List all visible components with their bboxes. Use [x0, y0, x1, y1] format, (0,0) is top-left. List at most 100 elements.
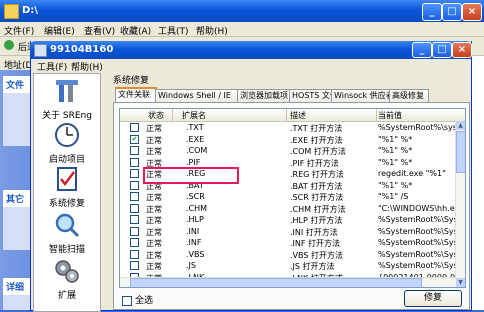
vertical-scroll-thumb[interactable] [456, 131, 465, 173]
horizontal-scroll-thumb[interactable] [130, 278, 422, 287]
row-description: .COM 打开方法 [290, 147, 346, 156]
row-checkbox[interactable] [130, 238, 139, 247]
row-extension: .PIF [186, 157, 201, 167]
row-description: .HLP 打开方法 [290, 216, 343, 225]
sidebar-item-extend[interactable]: 扩展 [34, 258, 100, 301]
explorer-menubar: 文件(F) 编辑(E) 查看(V) 收藏(A) 工具(T) 帮助(H) [0, 22, 484, 37]
explorer-title: D:\ [22, 5, 38, 16]
menu-tools[interactable]: 工具(T) [158, 24, 189, 37]
column-description[interactable]: 描述 [290, 110, 306, 121]
table-row[interactable]: 正常 .JS .JS 打开方法 %SystemRoot%\System32\ [120, 261, 465, 272]
dialog-minimize-button[interactable]: _ [412, 42, 432, 58]
row-value: %SystemRoot%\System32\ [378, 215, 465, 224]
row-extension: .TXT [186, 123, 204, 132]
table-row[interactable]: 正常 .SCR .SCR 打开方法 "%1" /S [120, 192, 460, 203]
row-checkbox[interactable] [130, 157, 139, 167]
sidebar-item-scan[interactable]: 智能扫描 [34, 212, 100, 255]
row-description: .VBS 打开方法 [290, 250, 343, 260]
sidebar-item-label: 启动项目 [48, 155, 85, 165]
close-button[interactable]: × [462, 3, 482, 21]
table-header: 状态 扩展名 描述 当前值 [120, 109, 465, 122]
row-extension: .SCR [186, 192, 205, 201]
dialog-menubar: 工具(F) 帮助(H) [31, 59, 471, 73]
row-checkbox[interactable] [130, 215, 139, 224]
table-row[interactable]: 正常 .INF .INF 打开方法 %SystemRoot%\System32\ [120, 238, 465, 249]
vertical-scrollbar[interactable]: ▲ ▼ [455, 121, 465, 287]
scroll-down-arrow-icon[interactable]: ▼ [456, 278, 465, 287]
menu-help[interactable]: 帮助(H) [71, 60, 103, 73]
row-status: 正常 [146, 147, 162, 156]
row-status: 正常 [146, 135, 162, 145]
sidebar-item-label: 系统修复 [48, 199, 85, 209]
table-row[interactable]: 正常 .COM .COM 打开方法 "%1" %* [120, 146, 460, 157]
row-status: 正常 [146, 239, 162, 248]
menu-edit[interactable]: 编辑(E) [44, 24, 75, 37]
dialog-maximize-button[interactable]: □ [432, 42, 452, 58]
maximize-button[interactable]: □ [442, 3, 462, 21]
row-checkbox[interactable] [130, 203, 139, 213]
row-checkbox[interactable] [130, 169, 139, 178]
tab-advanced-repair[interactable]: 高级修复 [389, 89, 429, 102]
column-divider[interactable] [376, 109, 377, 121]
scroll-up-arrow-icon[interactable]: ▲ [456, 121, 465, 130]
row-description: .JS 打开方法 [290, 262, 335, 271]
table-row[interactable]: 正常 .INI .INI 打开方法 %SystemRoot%\System32\ [120, 226, 465, 238]
horizontal-scrollbar[interactable] [120, 277, 456, 287]
select-all-checkbox[interactable]: 全选 [122, 293, 153, 306]
row-extension: .HLP [186, 215, 204, 224]
table-row[interactable]: 正常 .TXT .TXT 打开方法 %SystemRoot%\system32\ [120, 123, 465, 134]
row-checkbox[interactable] [130, 249, 139, 259]
minimize-button[interactable]: _ [422, 3, 442, 21]
table-row[interactable]: 正常 .HLP .HLP 打开方法 %SystemRoot%\System32\ [120, 215, 465, 226]
row-value: "C:\WINDOWS\hh.exe" %1 [378, 203, 466, 213]
dialog-close-button[interactable]: × [452, 42, 472, 58]
sidebar-item-label: 关于 SREng [42, 111, 92, 121]
column-extension[interactable]: 扩展名 [182, 110, 206, 121]
explorer-titlebar: D:\ _ □ × [0, 0, 484, 22]
sidebar-item-repair[interactable]: 系统修复 [34, 166, 100, 209]
sidebar-item-about[interactable]: 关于 SREng [34, 78, 100, 121]
row-extension: .EXE [186, 134, 205, 144]
dialog-titlebar: 99104B160 _ □ × [30, 41, 472, 59]
column-value[interactable]: 当前值 [378, 110, 402, 121]
menu-help[interactable]: 帮助(H) [196, 24, 228, 37]
row-status: 正常 [146, 250, 162, 260]
row-checkbox[interactable] [130, 192, 139, 201]
back-arrow-icon[interactable] [4, 40, 14, 50]
row-status: 正常 [146, 262, 162, 271]
row-checkbox[interactable] [130, 146, 139, 155]
menu-view[interactable]: 查看(V) [84, 24, 115, 37]
sidebar-item-startup[interactable]: 启动项目 [34, 122, 100, 165]
row-checkbox[interactable]: ✔ [130, 134, 139, 144]
row-checkbox[interactable] [130, 180, 139, 190]
tab-hosts[interactable]: HOSTS 文件 [289, 89, 338, 102]
repair-button[interactable]: 修复 [404, 290, 462, 307]
row-extension: .INF [186, 238, 202, 247]
row-description: .SCR 打开方法 [290, 193, 344, 202]
column-divider[interactable] [172, 109, 173, 121]
tab-winsock[interactable]: Winsock 供应者 [331, 89, 394, 102]
tab-windows-shell[interactable]: Windows Shell / IE [155, 89, 239, 102]
row-checkbox[interactable] [130, 123, 139, 132]
table-row[interactable]: 正常 .CHM .CHM 打开方法 "C:\WINDOWS\hh.exe" %1 [120, 203, 465, 215]
magnifier-icon [55, 213, 80, 238]
row-description: .EXE 打开方法 [290, 135, 343, 145]
row-checkbox[interactable] [130, 261, 139, 270]
menu-file[interactable]: 文件(F) [4, 24, 34, 37]
menu-tools[interactable]: 工具(F) [37, 60, 67, 73]
row-description: .CHM 打开方法 [290, 204, 346, 214]
table-row[interactable]: 正常 .VBS .VBS 打开方法 %SystemRoot%\System32\ [120, 249, 465, 261]
row-value: "%1" %* [378, 146, 413, 155]
folder-icon [4, 4, 19, 19]
menu-favorites[interactable]: 收藏(A) [120, 24, 151, 37]
select-all-label: 全选 [135, 296, 154, 306]
row-checkbox[interactable] [130, 226, 139, 236]
table-row[interactable]: ✔ 正常 .EXE .EXE 打开方法 "%1" %* [120, 134, 460, 146]
checkbox-box[interactable] [122, 295, 132, 306]
tools-icon [56, 80, 78, 102]
column-status[interactable]: 状态 [148, 110, 164, 121]
tab-browser-addons[interactable]: 浏览器加载项 [237, 89, 291, 102]
row-description: .PIF 打开方法 [290, 158, 339, 168]
row-value: "%1" %* [378, 134, 413, 144]
column-divider[interactable] [286, 109, 287, 121]
